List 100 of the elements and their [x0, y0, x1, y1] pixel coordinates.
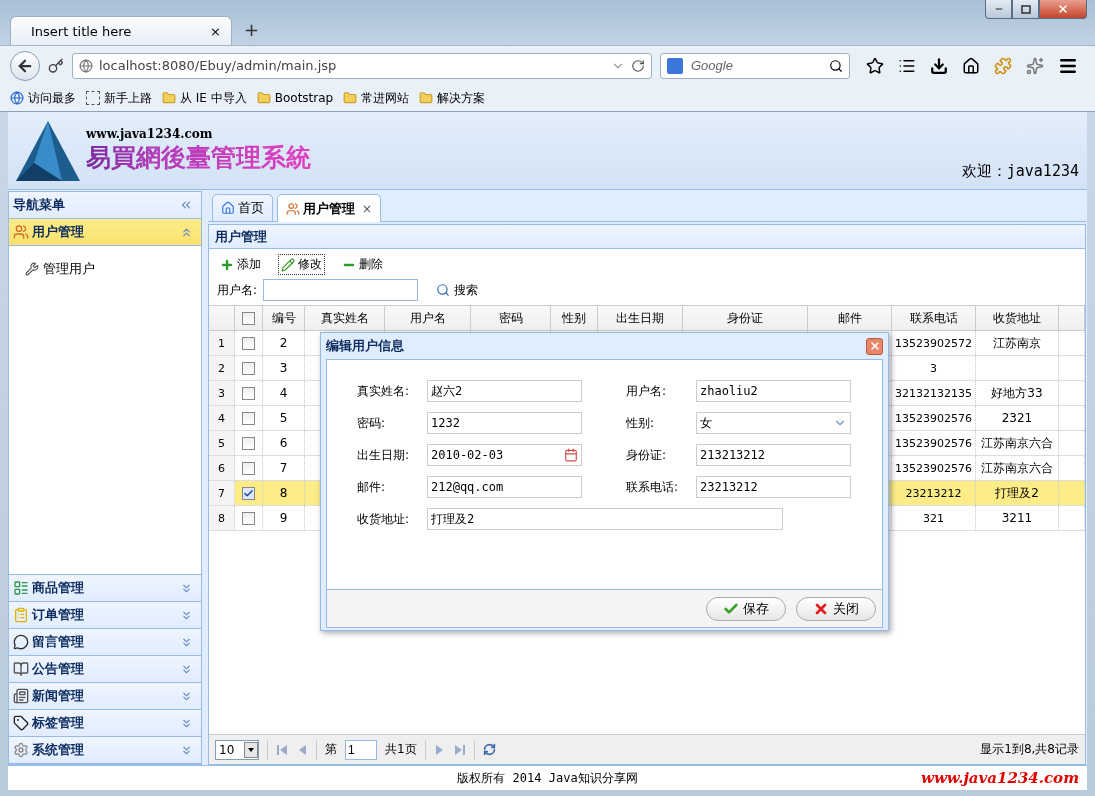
checkbox[interactable] — [242, 461, 255, 475]
accordion-header[interactable]: 订单管理 — [9, 602, 201, 629]
bookmark-link[interactable]: 访问最多 — [10, 89, 76, 107]
checkbox[interactable] — [242, 336, 255, 350]
search-button[interactable]: 搜索 — [430, 280, 485, 300]
accordion-header[interactable]: 商品管理 — [9, 575, 201, 602]
refresh-icon[interactable] — [482, 743, 496, 756]
field-label: 用户名: — [217, 281, 258, 299]
star-icon[interactable] — [866, 56, 884, 75]
bookmark-link[interactable]: 新手上路 — [86, 89, 152, 107]
column-header[interactable]: 编号 — [263, 306, 305, 330]
table-cell: 8 — [263, 481, 305, 505]
input-field[interactable]: 213213212 — [696, 444, 851, 466]
dialog-close-button[interactable] — [866, 337, 883, 355]
new-tab-button[interactable]: + — [244, 19, 260, 40]
panel-title: 用户管理 — [215, 227, 267, 246]
row-number: 1 — [209, 331, 235, 355]
tab-close-button[interactable]: × — [362, 201, 373, 216]
accordion-header[interactable]: 标签管理 — [9, 710, 201, 737]
maximize-button[interactable] — [1012, 0, 1039, 19]
select-field[interactable]: 女 — [696, 412, 851, 434]
checkbox[interactable] — [242, 486, 255, 500]
tab-close-button[interactable]: × — [210, 23, 221, 39]
row-number: 7 — [209, 481, 235, 505]
search-icon[interactable] — [829, 58, 843, 73]
bookmark-link[interactable]: 从 IE 中导入 — [162, 89, 247, 107]
close-icon — [868, 340, 881, 352]
column-header[interactable]: 出生日期 — [598, 306, 683, 330]
column-header[interactable]: 性别 — [551, 306, 598, 330]
field-label: 密码: — [357, 414, 387, 432]
column-header[interactable]: 收货地址 — [976, 306, 1059, 330]
address-bar[interactable]: localhost:8080/Ebuy/admin/main.jsp — [72, 52, 652, 79]
menu-item[interactable]: 管理用户 — [25, 260, 185, 278]
column-header[interactable]: 邮件 — [808, 306, 892, 330]
input-field[interactable]: zhaoliu2 — [696, 380, 851, 402]
tab[interactable]: 用户管理 × — [277, 194, 382, 222]
input-field[interactable]: 打理及2 — [427, 508, 783, 530]
system-title: 易買網後臺管理系統 — [86, 141, 311, 174]
puzzle-icon[interactable] — [994, 56, 1012, 75]
bookmark-link[interactable]: Bootstrap — [256, 91, 334, 105]
input-field[interactable]: 赵六2 — [427, 380, 582, 402]
row-number: 8 — [209, 506, 235, 530]
checkbox[interactable] — [242, 361, 255, 375]
input-field[interactable]: 23213212 — [696, 476, 851, 498]
browser-tab[interactable]: Insert title here × — [10, 16, 232, 45]
close-button[interactable] — [1039, 0, 1087, 19]
toolbar-button[interactable]: 修改 — [278, 254, 325, 275]
date-field[interactable]: 2010-02-03 — [427, 444, 582, 466]
collapse-icon[interactable] — [179, 198, 193, 212]
accordion-header[interactable]: 系统管理 — [9, 737, 201, 764]
last-page-icon[interactable] — [453, 743, 466, 756]
download-icon[interactable] — [930, 56, 948, 75]
table-cell: 江苏南京 — [976, 331, 1059, 355]
page-icon — [86, 91, 100, 105]
checkbox[interactable] — [242, 311, 255, 325]
row-number: 5 — [209, 431, 235, 455]
table-cell: 13523902572 — [892, 331, 976, 355]
checkbox[interactable] — [242, 386, 255, 400]
search-box[interactable]: Google — [660, 52, 850, 79]
dropdown-icon — [244, 741, 258, 758]
checkbox[interactable] — [242, 436, 255, 450]
search-engine-icon[interactable] — [667, 57, 683, 74]
logo-icon — [16, 120, 80, 181]
column-header[interactable]: 用户名 — [385, 306, 471, 330]
row-number: 3 — [209, 381, 235, 405]
username-field[interactable] — [263, 279, 419, 301]
footer-site-url: www.java1234.com — [921, 769, 1079, 787]
column-header[interactable]: 密码 — [471, 306, 551, 330]
accordion-header[interactable]: 用户管理 — [9, 219, 201, 246]
accordion-header[interactable]: 公告管理 — [9, 656, 201, 683]
reload-icon[interactable] — [631, 58, 645, 73]
home-icon[interactable] — [962, 56, 980, 75]
table-cell: 32132132135 — [892, 381, 976, 405]
back-button[interactable] — [10, 50, 40, 81]
table-cell: 3 — [263, 356, 305, 380]
maximize-icon — [1020, 4, 1031, 14]
page-size-select[interactable]: 10 — [215, 739, 259, 760]
input-field[interactable]: 212@qq.com — [427, 476, 582, 498]
toolbar-button[interactable]: 添加 — [217, 254, 264, 275]
save-button[interactable]: 保存 — [706, 596, 786, 621]
table-cell: 9 — [263, 506, 305, 530]
input-field[interactable]: 1232 — [427, 412, 582, 434]
accordion-header[interactable]: 留言管理 — [9, 629, 201, 656]
checkbox[interactable] — [242, 411, 255, 425]
checkbox[interactable] — [242, 511, 255, 525]
first-page-icon[interactable] — [276, 743, 288, 756]
page-number-field[interactable]: 1 — [345, 739, 377, 760]
sparkle-icon[interactable] — [1026, 56, 1044, 75]
bookmark-link[interactable]: 常进网站 — [343, 89, 410, 107]
bookmark-link[interactable]: 解决方案 — [419, 89, 486, 107]
minimize-button[interactable] — [985, 0, 1012, 19]
tab[interactable]: 首页 — [212, 194, 273, 221]
column-header[interactable]: 身份证 — [683, 306, 808, 330]
column-header[interactable]: 联系电话 — [892, 306, 976, 330]
accordion-header[interactable]: 新闻管理 — [9, 683, 201, 710]
close-button[interactable]: 关闭 — [796, 596, 876, 621]
toolbar-button[interactable]: 删除 — [339, 254, 386, 275]
calendar-icon — [564, 448, 578, 462]
field-label: 收货地址: — [357, 510, 411, 528]
column-header[interactable]: 真实姓名 — [305, 306, 385, 330]
